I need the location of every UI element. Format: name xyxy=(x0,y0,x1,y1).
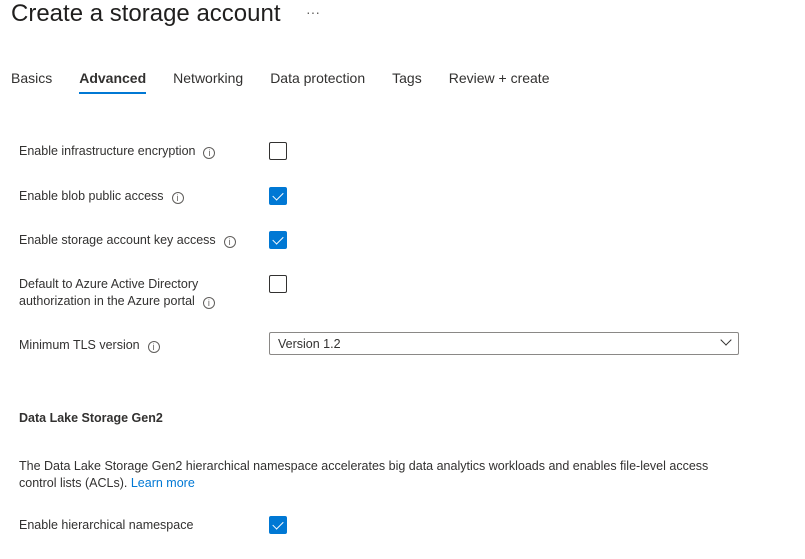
tab-basics[interactable]: Basics xyxy=(11,68,52,94)
info-icon[interactable]: i xyxy=(223,236,236,248)
key-access-label: Enable storage account key access i xyxy=(19,232,236,249)
tab-data-protection[interactable]: Data protection xyxy=(270,68,365,94)
info-icon[interactable]: i xyxy=(203,147,216,159)
more-options-button[interactable]: ··· xyxy=(306,4,320,20)
blob-public-access-label: Enable blob public access i xyxy=(19,188,184,205)
tls-label: Minimum TLS version i xyxy=(19,337,160,354)
tab-bar: Basics Advanced Networking Data protecti… xyxy=(11,68,577,94)
tls-version-dropdown[interactable]: Version 1.2 xyxy=(269,332,739,355)
tab-networking[interactable]: Networking xyxy=(173,68,243,94)
page-title: Create a storage account xyxy=(11,0,281,27)
label-text: Minimum TLS version xyxy=(19,338,140,352)
infrastructure-encryption-checkbox[interactable] xyxy=(269,142,287,160)
tab-tags[interactable]: Tags xyxy=(392,68,422,94)
tab-review-create[interactable]: Review + create xyxy=(449,68,550,94)
label-text: Enable infrastructure encryption xyxy=(19,144,196,158)
label-text: Enable storage account key access xyxy=(19,233,216,247)
key-access-checkbox[interactable] xyxy=(269,231,287,249)
info-icon[interactable]: i xyxy=(147,341,160,353)
infrastructure-encryption-label: Enable infrastructure encryption i xyxy=(19,143,216,160)
selected-value: Version 1.2 xyxy=(278,337,341,351)
blob-public-access-checkbox[interactable] xyxy=(269,187,287,205)
hns-checkbox[interactable] xyxy=(269,516,287,534)
hns-label: Enable hierarchical namespace xyxy=(19,518,194,532)
tab-advanced[interactable]: Advanced xyxy=(79,68,146,94)
info-icon[interactable]: i xyxy=(171,192,184,204)
section-description: The Data Lake Storage Gen2 hierarchical … xyxy=(19,458,739,492)
label-text: Enable blob public access xyxy=(19,189,164,203)
label-line-1: Default to Azure Active Directory xyxy=(19,277,199,291)
aad-default-checkbox[interactable] xyxy=(269,275,287,293)
info-icon[interactable]: i xyxy=(202,297,215,309)
description-text: The Data Lake Storage Gen2 hierarchical … xyxy=(19,459,709,490)
learn-more-link[interactable]: Learn more xyxy=(131,476,195,490)
aad-default-label: Default to Azure Active Directory authori… xyxy=(19,276,215,310)
section-heading: Data Lake Storage Gen2 xyxy=(19,411,163,425)
chevron-down-icon xyxy=(720,334,732,346)
label-line-2: authorization in the Azure portal xyxy=(19,294,195,308)
